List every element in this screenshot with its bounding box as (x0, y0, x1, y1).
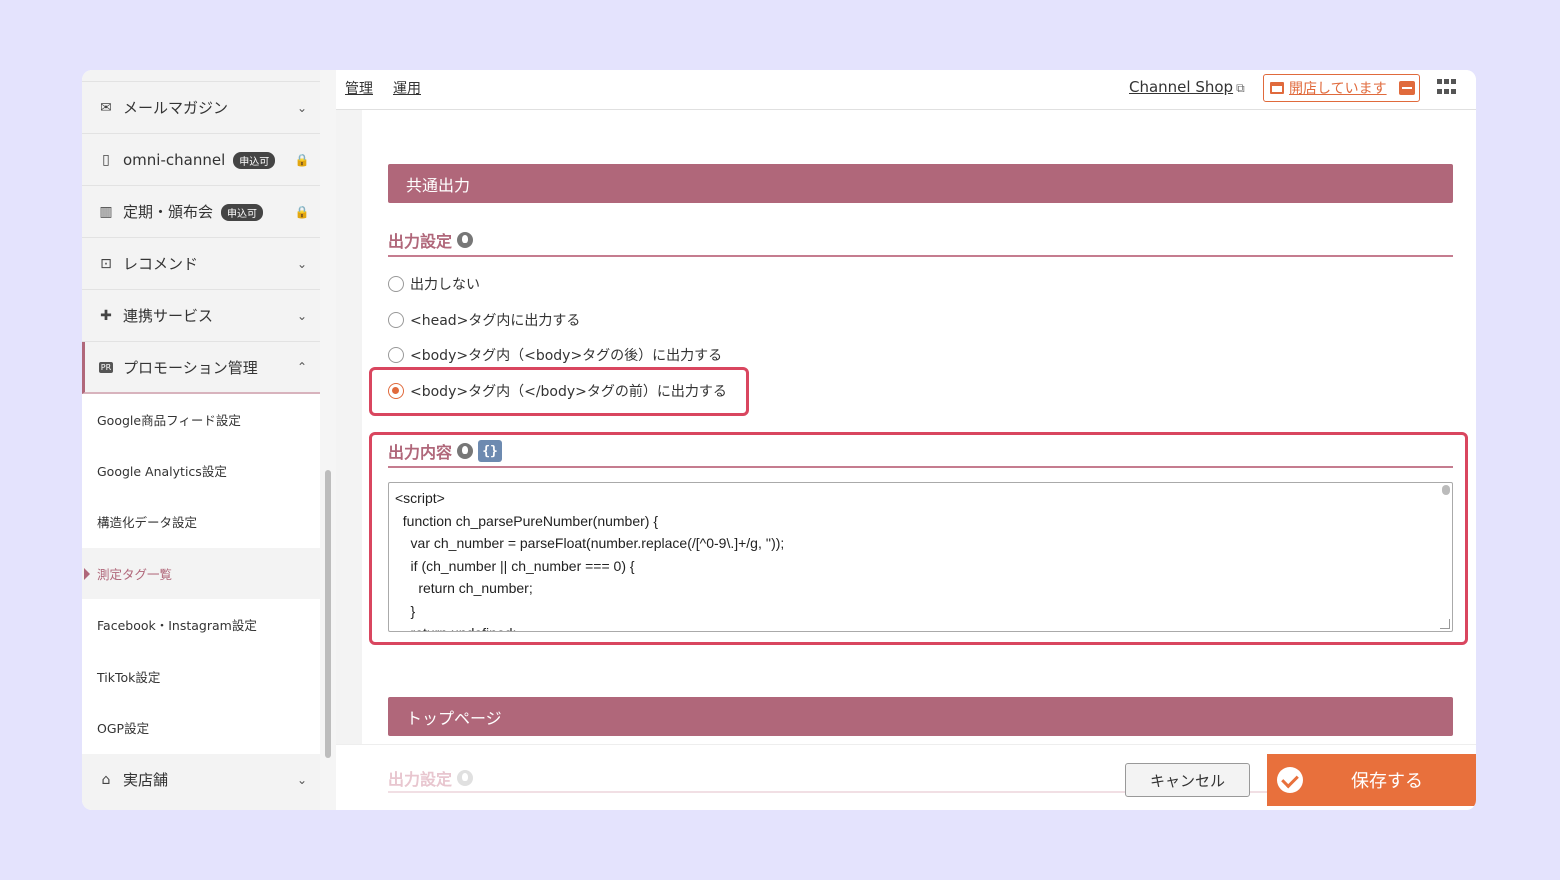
calendar-icon: ▥ (99, 203, 113, 220)
sidebar-sub-google-feed[interactable]: Google商品フィード設定 (82, 394, 320, 446)
shop-icon (1270, 82, 1284, 94)
sidebar-item-label: レコメンド (123, 255, 199, 273)
store-icon: ⌂ (101, 771, 111, 788)
sidebar-sub-facebook-instagram[interactable]: Facebook・Instagram設定 (82, 600, 320, 651)
section-top-page: トップページ (388, 697, 1453, 736)
external-link-icon: ⧉ (1236, 81, 1245, 95)
lock-icon: 🔒 (294, 204, 310, 219)
sidebar-item-label: omni-channel (123, 150, 226, 169)
highlight-output-content (369, 432, 1468, 645)
sidebar-item-recommend[interactable]: ⊡ レコメンド ⌄ (82, 238, 320, 290)
radio-no-output[interactable]: 出力しない (388, 273, 480, 295)
pr-icon-text: PR (98, 361, 114, 373)
radio-button[interactable] (388, 312, 404, 328)
sidebar-item-mail-magazine[interactable]: ✉ メールマガジン ⌄ (82, 82, 320, 134)
apply-badge: 申込可 (221, 204, 264, 221)
sidebar-item-label: 実店舗 (123, 771, 169, 790)
sidebar-item-label: メールマガジン (123, 99, 229, 117)
save-button[interactable]: 保存する (1267, 754, 1476, 806)
chevron-down-icon: ⌄ (296, 256, 308, 271)
nav-link-manage[interactable]: 管理 (345, 78, 373, 98)
sidebar-top-sliver (82, 70, 320, 82)
help-icon[interactable] (457, 232, 474, 248)
radio-body-after[interactable]: <body>タグ内（<body>タグの後）に出力する (388, 344, 722, 366)
sidebar-item-label: 連携サービス (123, 307, 214, 325)
sidebar-sub-measurement-tags[interactable]: 測定タグ一覧 (82, 548, 320, 600)
puzzle-icon: ✚ (100, 307, 112, 324)
sidebar-scrollbar[interactable] (325, 470, 331, 758)
main-content: 共通出力 出力設定 出力しない <head>タグ内に出力する <body>タグ内… (336, 110, 1476, 744)
faded-heading-label: 出力設定 (388, 770, 453, 789)
sidebar-sub-google-analytics[interactable]: Google Analytics設定 (82, 445, 320, 497)
output-setting-label: 出力設定 (388, 232, 453, 251)
sidebar: ✉ メールマガジン ⌄ ▯ omni-channel 申込可 🔒 ▥ 定期・頒布会… (82, 70, 320, 810)
star-box-icon: ⊡ (100, 255, 112, 272)
radio-label: <head>タグ内に出力する (410, 313, 581, 329)
pr-icon: PR (97, 358, 115, 376)
phone-icon: ▯ (102, 151, 110, 168)
sidebar-submenu: Google商品フィード設定 Google Analytics設定 構造化データ… (82, 394, 320, 754)
radio-head-output[interactable]: <head>タグ内に出力する (388, 309, 580, 331)
sidebar-item-promotion[interactable]: PR プロモーション管理 ⌃ (82, 342, 320, 394)
channel-shop-link[interactable]: Channel Shop ⧉ (1129, 78, 1245, 96)
radio-button[interactable] (388, 276, 404, 292)
sidebar-item-store[interactable]: ⌂ 実店舗 ⌄ (82, 754, 320, 806)
main-left-gutter (336, 110, 362, 744)
top-nav: 管理 運用 Channel Shop ⧉ 開店しています (336, 70, 1476, 110)
channel-shop-label: Channel Shop (1129, 78, 1234, 96)
output-setting-heading: 出力設定 (388, 225, 1453, 257)
help-icon (457, 770, 474, 786)
lock-icon: 🔒 (294, 152, 310, 167)
sidebar-item-omni-channel[interactable]: ▯ omni-channel 申込可 🔒 (82, 134, 320, 186)
app-window: ✉ メールマガジン ⌄ ▯ omni-channel 申込可 🔒 ▥ 定期・頒布会… (82, 70, 1476, 810)
check-icon (1277, 767, 1303, 793)
chevron-down-icon: ⌄ (296, 308, 308, 323)
store-open-button[interactable]: 開店しています (1263, 74, 1420, 102)
sidebar-item-label: 定期・頒布会 (123, 203, 214, 221)
highlight-selected-radio (369, 367, 749, 416)
chevron-down-icon: ⌄ (296, 100, 308, 115)
footer-bar: 出力設定 キャンセル 保存する (336, 744, 1476, 810)
chevron-up-icon: ⌃ (296, 360, 308, 374)
nav-link-operate[interactable]: 運用 (393, 78, 421, 98)
apply-badge: 申込可 (233, 151, 276, 169)
sidebar-item-integrations[interactable]: ✚ 連携サービス ⌄ (82, 290, 320, 342)
chevron-down-icon: ⌄ (296, 772, 308, 787)
radio-label: 出力しない (410, 277, 480, 293)
toggle-icon (1399, 81, 1415, 95)
radio-button[interactable] (388, 347, 404, 363)
mail-icon: ✉ (100, 99, 112, 116)
sidebar-item-subscription[interactable]: ▥ 定期・頒布会 申込可 🔒 (82, 186, 320, 238)
section-common-output: 共通出力 (388, 164, 1453, 203)
sidebar-sub-tiktok[interactable]: TikTok設定 (82, 651, 320, 703)
sidebar-item-label: プロモーション管理 (123, 358, 258, 377)
sidebar-sub-ogp[interactable]: OGP設定 (82, 702, 320, 754)
sidebar-sub-structured-data[interactable]: 構造化データ設定 (82, 497, 320, 549)
store-open-label: 開店しています (1289, 81, 1387, 97)
app-grid-icon[interactable] (1437, 79, 1457, 97)
save-label: 保存する (1351, 771, 1423, 792)
radio-label: <body>タグ内（<body>タグの後）に出力する (410, 348, 723, 364)
cancel-button[interactable]: キャンセル (1125, 763, 1250, 797)
